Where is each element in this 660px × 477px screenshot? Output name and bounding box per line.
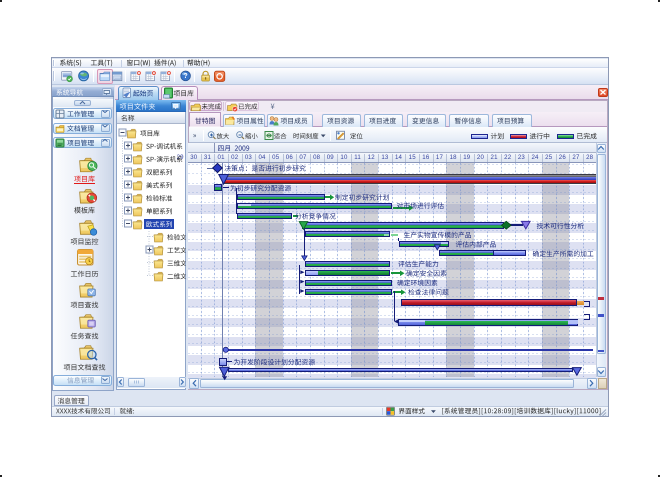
svg-text:?: ? xyxy=(183,73,187,80)
